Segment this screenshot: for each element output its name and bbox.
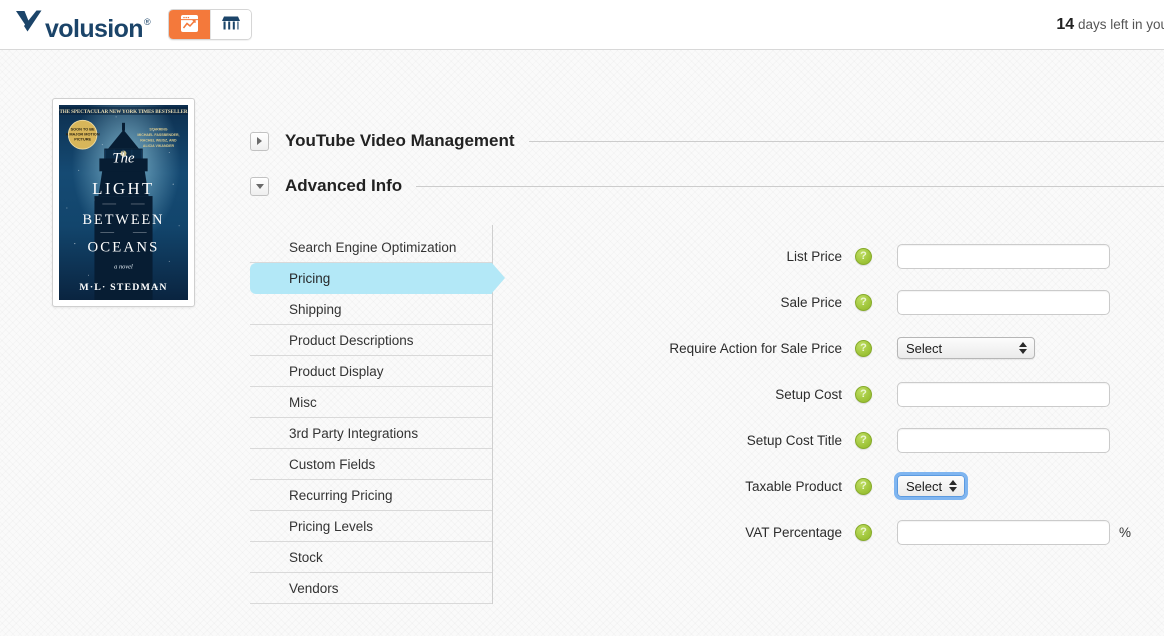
svg-text:PICTURE: PICTURE bbox=[74, 138, 91, 142]
help-icon-setup-cost-title[interactable]: ? bbox=[855, 432, 872, 449]
setup-cost-title-input[interactable] bbox=[897, 428, 1110, 453]
volusion-logo[interactable]: volusion ® bbox=[14, 8, 150, 41]
product-image-thumbnail[interactable]: THE SPECTACULAR NEW YORK TIMES BESTSELLE… bbox=[52, 98, 195, 307]
sidebar-item-recurring-pricing[interactable]: Recurring Pricing bbox=[250, 480, 492, 511]
pricing-form: List Price ? Sale Price ? Require Action… bbox=[493, 225, 1164, 604]
control-setup-cost-title bbox=[897, 428, 1110, 453]
trial-status: 14 days left in you bbox=[1056, 16, 1164, 34]
page-body: THE SPECTACULAR NEW YORK TIMES BESTSELLE… bbox=[0, 50, 1164, 636]
setup-cost-input[interactable] bbox=[897, 382, 1110, 407]
sidebar-item-product-display[interactable]: Product Display bbox=[250, 356, 492, 387]
label-taxable-product: Taxable Product bbox=[525, 479, 855, 494]
svg-text:ALICIA VIKANDER: ALICIA VIKANDER bbox=[143, 144, 175, 148]
dashboard-mode-button[interactable] bbox=[169, 10, 210, 39]
control-sale-price bbox=[897, 290, 1110, 315]
section-title-youtube: YouTube Video Management bbox=[285, 131, 515, 151]
require-action-for-sale-price-select[interactable]: Select bbox=[897, 337, 1035, 359]
list-price-input[interactable] bbox=[897, 244, 1110, 269]
taxable-product-select-value: Select bbox=[906, 479, 942, 494]
help-icon-require-action-for-sale-price[interactable]: ? bbox=[855, 340, 872, 357]
svg-text:a novel: a novel bbox=[114, 263, 133, 270]
field-row-sale-price: Sale Price ? bbox=[525, 279, 1164, 325]
field-row-list-price: List Price ? bbox=[525, 233, 1164, 279]
svg-text:THE SPECTACULAR NEW YORK TIMES: THE SPECTACULAR NEW YORK TIMES BESTSELLE… bbox=[59, 109, 187, 115]
advanced-info-sidenav: Search Engine Optimization Pricing Shipp… bbox=[250, 225, 493, 604]
sidebar-item-product-descriptions[interactable]: Product Descriptions bbox=[250, 325, 492, 356]
help-icon-vat-percentage[interactable]: ? bbox=[855, 524, 872, 541]
label-setup-cost-title: Setup Cost Title bbox=[525, 433, 855, 448]
sale-price-input[interactable] bbox=[897, 290, 1110, 315]
vat-percentage-input[interactable] bbox=[897, 520, 1110, 545]
label-vat-percentage: VAT Percentage bbox=[525, 525, 855, 540]
taxable-product-select[interactable]: Select bbox=[897, 475, 965, 497]
label-setup-cost: Setup Cost bbox=[525, 387, 855, 402]
storefront-icon bbox=[221, 15, 241, 35]
help-icon-taxable-product[interactable]: ? bbox=[855, 478, 872, 495]
control-vat-percentage: % bbox=[897, 520, 1131, 545]
trial-days-count: 14 bbox=[1056, 16, 1074, 33]
svg-text:BETWEEN: BETWEEN bbox=[83, 212, 165, 228]
sidebar-item-3rd-party-integrations[interactable]: 3rd Party Integrations bbox=[250, 418, 492, 449]
section-toggle-youtube-button[interactable] bbox=[250, 132, 269, 151]
triangle-down-icon bbox=[256, 184, 264, 189]
mode-toggle-group[interactable] bbox=[168, 9, 252, 40]
brand-registered-mark: ® bbox=[144, 17, 151, 27]
section-advanced-info: Advanced Info bbox=[250, 169, 1164, 203]
sidebar-item-pricing[interactable]: Pricing bbox=[250, 263, 492, 294]
svg-text:SOON TO BE: SOON TO BE bbox=[71, 128, 95, 132]
sidebar-item-shipping[interactable]: Shipping bbox=[250, 294, 492, 325]
book-cover-image: THE SPECTACULAR NEW YORK TIMES BESTSELLE… bbox=[59, 105, 188, 300]
stepper-arrows-icon bbox=[949, 480, 957, 492]
sidebar-item-stock[interactable]: Stock bbox=[250, 542, 492, 573]
field-row-vat-percentage: VAT Percentage ? % bbox=[525, 509, 1164, 555]
label-require-action-for-sale-price: Require Action for Sale Price bbox=[525, 341, 855, 356]
section-toggle-advanced-info-button[interactable] bbox=[250, 177, 269, 196]
svg-text:A MAJOR MOTION: A MAJOR MOTION bbox=[66, 133, 100, 137]
field-row-setup-cost-title: Setup Cost Title ? bbox=[525, 417, 1164, 463]
svg-text:The: The bbox=[112, 150, 135, 166]
sidebar-item-misc[interactable]: Misc bbox=[250, 387, 492, 418]
brand-wordmark: volusion bbox=[45, 17, 143, 42]
sidebar-item-vendors[interactable]: Vendors bbox=[250, 573, 492, 604]
sidebar-item-pricing-levels[interactable]: Pricing Levels bbox=[250, 511, 492, 542]
control-taxable-product: Select bbox=[897, 475, 965, 497]
svg-text:MICHAEL FASSBENDER,: MICHAEL FASSBENDER, bbox=[137, 133, 179, 137]
field-row-require-action-for-sale-price: Require Action for Sale Price ? Select bbox=[525, 325, 1164, 371]
require-action-select-value: Select bbox=[906, 341, 942, 356]
help-icon-setup-cost[interactable]: ? bbox=[855, 386, 872, 403]
control-require-action-for-sale-price: Select bbox=[897, 337, 1035, 359]
trial-status-text: days left in you bbox=[1074, 17, 1164, 32]
help-icon-list-price[interactable]: ? bbox=[855, 248, 872, 265]
label-sale-price: Sale Price bbox=[525, 295, 855, 310]
field-row-setup-cost: Setup Cost ? bbox=[525, 371, 1164, 417]
advanced-info-body: Search Engine Optimization Pricing Shipp… bbox=[250, 225, 1164, 604]
brand[interactable]: volusion ® bbox=[14, 0, 150, 49]
section-title-advanced-info: Advanced Info bbox=[285, 176, 402, 196]
stepper-arrows-icon bbox=[1019, 342, 1027, 354]
section-divider bbox=[416, 186, 1164, 187]
content-column: YouTube Video Management Advanced Info S… bbox=[250, 124, 1164, 604]
control-setup-cost bbox=[897, 382, 1110, 407]
storefront-mode-button[interactable] bbox=[210, 10, 251, 39]
svg-text:OCEANS: OCEANS bbox=[87, 239, 159, 255]
triangle-right-icon bbox=[257, 137, 262, 145]
svg-text:LIGHT: LIGHT bbox=[92, 179, 154, 198]
chart-window-icon bbox=[180, 14, 199, 36]
help-icon-sale-price[interactable]: ? bbox=[855, 294, 872, 311]
svg-text:STARRING: STARRING bbox=[149, 128, 167, 132]
section-divider bbox=[529, 141, 1164, 142]
sidebar-item-custom-fields[interactable]: Custom Fields bbox=[250, 449, 492, 480]
label-list-price: List Price bbox=[525, 249, 855, 264]
svg-text:M·L· STEDMAN: M·L· STEDMAN bbox=[79, 282, 167, 293]
field-row-taxable-product: Taxable Product ? Select bbox=[525, 463, 1164, 509]
section-youtube-video-management: YouTube Video Management bbox=[250, 124, 1164, 158]
app-header: volusion ® bbox=[0, 0, 1164, 50]
svg-text:RACHEL WEISZ, AND: RACHEL WEISZ, AND bbox=[140, 138, 177, 142]
vat-percentage-unit: % bbox=[1119, 525, 1131, 540]
control-list-price bbox=[897, 244, 1110, 269]
volusion-v-mark-icon bbox=[14, 8, 44, 41]
sidebar-item-search-engine-optimization[interactable]: Search Engine Optimization bbox=[250, 232, 492, 263]
